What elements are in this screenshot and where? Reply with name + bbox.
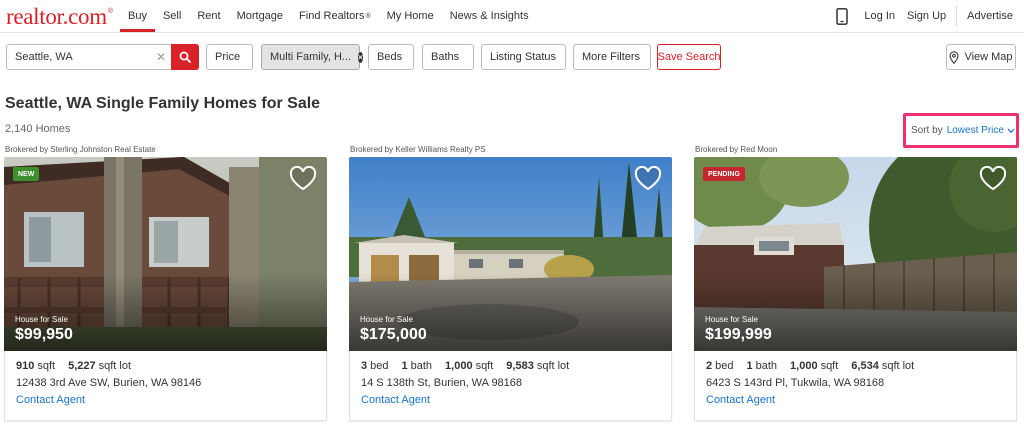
sqft-spec: 910 sqft [16, 360, 56, 372]
listing-card[interactable]: Brokered by Sterling Johnston Real Estat… [4, 143, 327, 421]
listing-card[interactable]: Brokered by Red Moon PENDING House for S… [694, 143, 1017, 421]
clear-search-icon[interactable]: ✕ [156, 50, 166, 64]
heart-outline-icon[interactable] [634, 166, 662, 191]
listing-type: House for Sale [360, 315, 413, 324]
listing-price: $199,999 [705, 326, 772, 343]
main-nav: Buy Sell Rent Mortgage Find Realtors ® My… [120, 0, 537, 32]
listing-status-filter[interactable]: Listing Status [481, 44, 566, 70]
heart-outline-icon[interactable] [979, 166, 1007, 191]
sign-up-link[interactable]: Sign Up [901, 10, 952, 22]
location-search: ✕ [6, 44, 198, 70]
results-count: 2,140 Homes [5, 123, 71, 135]
listing-details: 2 bed 1 bath 1,000 sqft 6,534 sqft lot 6423 … [694, 351, 1017, 421]
brokered-by: Brokered by Sterling Johnston Real Estat… [5, 145, 156, 154]
baths-spec: 1 bath [746, 360, 778, 372]
advertise-link[interactable]: Advertise [961, 10, 1024, 22]
listing-details: 3 bed 1 bath 1,000 sqft 9,583 sqft lot 14 S … [349, 351, 672, 421]
sqft-spec: 1,000 sqft [445, 360, 494, 372]
top-navigation: realtor.com® Buy Sell Rent Mortgage Find… [0, 0, 1024, 33]
nav-mortgage[interactable]: Mortgage [229, 0, 291, 32]
account-nav: Log In Sign Up Advertise [836, 0, 1024, 32]
status-badge: NEW [13, 167, 40, 181]
location-search-input[interactable] [7, 45, 157, 69]
contact-agent-link[interactable]: Contact Agent [16, 394, 85, 406]
baths-filter[interactable]: Baths [422, 44, 474, 70]
beds-spec: 3 bed [361, 360, 389, 372]
lot-spec: 5,227 sqft lot [68, 360, 132, 372]
listing-card[interactable]: Brokered by Keller Williams Realty PS Ho… [349, 143, 672, 421]
listing-details: 910 sqft 5,227 sqft lot 12438 3rd Ave SW, … [4, 351, 327, 421]
listing-specs: 2 bed 1 bath 1,000 sqft 6,534 sqft lot [706, 360, 927, 372]
map-pin-icon [949, 50, 959, 64]
listing-specs: 910 sqft 5,227 sqft lot [16, 360, 144, 372]
registered-mark: ® [107, 8, 113, 15]
nav-find-realtors[interactable]: Find Realtors ® [291, 0, 379, 32]
listing-specs: 3 bed 1 bath 1,000 sqft 9,583 sqft lot [361, 360, 582, 372]
contact-agent-link[interactable]: Contact Agent [361, 394, 430, 406]
nav-divider [956, 6, 958, 26]
listing-address[interactable]: 6423 S 143rd Pl, Tukwila, WA 98168 [706, 377, 884, 389]
save-search-button[interactable]: Save Search [657, 44, 721, 70]
listing-price: $99,950 [15, 326, 73, 343]
nav-buy[interactable]: Buy [120, 0, 155, 32]
mobile-phone-icon[interactable] [836, 7, 849, 25]
sort-value: Lowest Price [946, 125, 1004, 136]
listing-price: $175,000 [360, 326, 427, 343]
nav-news-insights[interactable]: News & Insights [442, 0, 537, 32]
nav-rent[interactable]: Rent [189, 0, 228, 32]
view-map-button[interactable]: View Map [946, 44, 1016, 70]
search-icon [179, 51, 191, 63]
lot-spec: 9,583 sqft lot [506, 360, 570, 372]
nav-sell[interactable]: Sell [155, 0, 189, 32]
listing-address[interactable]: 14 S 138th St, Burien, WA 98168 [361, 377, 522, 389]
page-title: Seattle, WA Single Family Homes for Sale [5, 95, 321, 112]
beds-filter[interactable]: Beds [368, 44, 414, 70]
search-button[interactable] [171, 44, 199, 70]
heart-outline-icon[interactable] [289, 166, 317, 191]
listing-type: House for Sale [705, 315, 758, 324]
remove-filter-icon[interactable]: × [358, 51, 363, 63]
more-filters-button[interactable]: More Filters [573, 44, 651, 70]
contact-agent-link[interactable]: Contact Agent [706, 394, 775, 406]
status-badge: PENDING [703, 167, 745, 181]
brokered-by: Brokered by Keller Williams Realty PS [350, 145, 486, 154]
listing-type: House for Sale [15, 315, 68, 324]
sqft-spec: 1,000 sqft [790, 360, 839, 372]
beds-spec: 2 bed [706, 360, 734, 372]
lot-spec: 6,534 sqft lot [851, 360, 915, 372]
brokered-by: Brokered by Red Moon [695, 145, 778, 154]
property-type-filter[interactable]: Multi Family, H... × [261, 44, 363, 70]
price-filter[interactable]: Price [206, 44, 253, 70]
log-in-link[interactable]: Log In [858, 10, 901, 22]
chevron-down-icon [1007, 128, 1015, 133]
nav-my-home[interactable]: My Home [379, 0, 442, 32]
sort-label: Sort by [911, 125, 943, 136]
listing-address[interactable]: 12438 3rd Ave SW, Burien, WA 98146 [16, 377, 201, 389]
realtor-logo[interactable]: realtor.com® [6, 4, 113, 30]
search-filter-bar: ✕ Price Multi Family, H... × Beds Baths … [0, 44, 1024, 70]
baths-spec: 1 bath [401, 360, 433, 372]
